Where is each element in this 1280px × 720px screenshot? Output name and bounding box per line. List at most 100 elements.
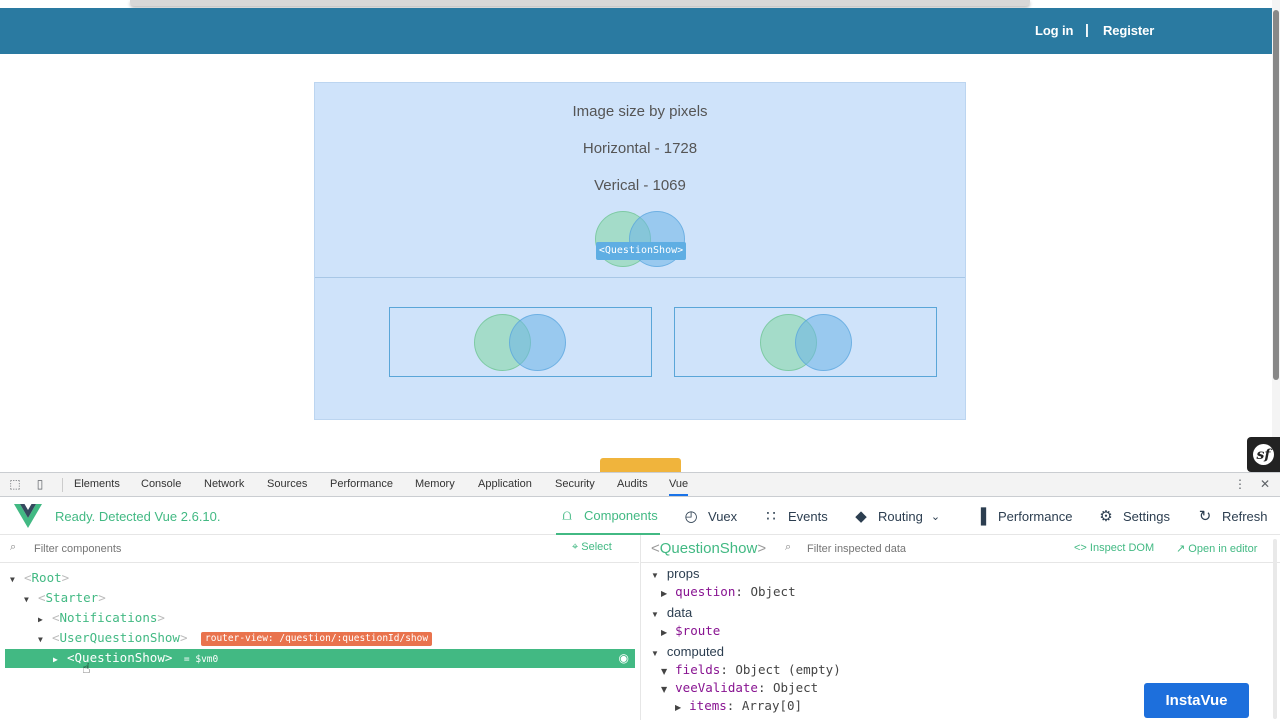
prop-key: fields [675,662,721,677]
bar-chart-icon: ▐ [975,507,987,525]
settings-label: Settings [1123,508,1170,524]
section-label: computed [666,644,725,659]
component-highlight-tag: <QuestionShow> [596,242,686,260]
inspector-header: <QuestionShow> ⌕ <> Inspect DOM ↗ Open i… [641,535,1280,563]
code-icon: <> [1074,542,1087,554]
performance-label: Performance [998,508,1073,524]
search-icon: ⌕ [785,541,792,553]
expand-arrow-icon[interactable]: ▶ [53,651,63,669]
open-in-editor-link[interactable]: ↗ Open in editor [1176,542,1257,555]
performance-tab[interactable]: ▐ Performance [972,497,1073,535]
inspect-dom-link[interactable]: <> Inspect DOM [1074,542,1154,554]
devtools-panel: ⬚ ▯ Elements Console Network Sources Per… [0,472,1280,720]
vuex-tab[interactable]: ◴ Vuex [682,497,737,535]
filter-components-row: ⌕ ⌖ Select [0,535,639,563]
inspect-element-icon[interactable]: ⬚ [8,477,22,491]
gear-icon: ⚙ [1099,508,1113,525]
chevron-down-icon: ⌄ [930,510,941,523]
node-name: UserQuestionShow [59,630,180,645]
select-button[interactable]: ⌖ Select [572,541,612,554]
prop-value: Object [750,584,796,599]
site-header: Log in | Register [0,8,1272,54]
filter-components-input[interactable] [34,535,334,563]
data-route[interactable]: ▶ $route [661,622,720,640]
node-name: Starter [45,590,99,605]
close-devtools-icon[interactable]: ✕ [1258,477,1272,491]
instavue-button[interactable]: InstaVue [1144,683,1249,718]
hand-cursor-icon: ☝ [82,660,91,676]
veevalidate-items[interactable]: ▶ items: Array[0] [675,697,802,715]
tab-sources[interactable]: Sources [267,473,307,496]
routing-tab[interactable]: ◆ Routing ⌄ [852,497,940,535]
history-icon: ◴ [684,508,698,525]
node-name: Root [31,570,62,585]
collapse-arrow-icon: ▼ [651,571,659,580]
tree-node-userquestionshow[interactable]: ▼ <UserQuestionShow> router-view: /questi… [38,629,433,649]
prop-value: Object [773,680,819,695]
prop-question[interactable]: ▶ question: Object [661,583,796,601]
component-name: QuestionShow [659,540,758,557]
tree-node-root[interactable]: ▼ <Root> [10,569,69,587]
tab-security[interactable]: Security [555,473,595,496]
component-tree-pane: ⌕ ⌖ Select ▼<Root> ▼<Starter> ▶<Notifica… [0,535,639,720]
register-link[interactable]: Register [1103,23,1154,38]
vuex-label: Vuex [708,508,738,524]
login-link[interactable]: Log in [1035,23,1073,38]
refresh-button[interactable]: ↻ Refresh [1196,497,1268,535]
collapse-arrow-icon[interactable]: ▼ [38,631,48,649]
orange-button[interactable] [600,458,681,472]
node-name: Notifications [59,610,158,625]
collapse-arrow-icon: ▼ [661,667,668,676]
tab-performance[interactable]: Performance [330,473,393,496]
prop-value: Array[0] [741,698,803,713]
device-toolbar-icon[interactable]: ▯ [33,477,47,491]
components-label: Components [584,507,658,523]
routing-icon: ◆ [855,508,867,525]
refresh-label: Refresh [1222,508,1268,524]
vertical-size: Verical - 1069 [594,177,686,194]
events-tab[interactable]: ∷ Events [762,497,828,535]
components-tab[interactable]: ⩍ Components [556,497,660,535]
tab-vue[interactable]: Vue [669,473,689,496]
tree-node-notifications[interactable]: ▶ <Notifications> [38,609,165,627]
expand-arrow-icon[interactable]: ▶ [38,611,48,629]
image-box-right[interactable] [674,307,937,377]
tab-elements[interactable]: Elements [74,473,120,496]
symfony-toolbar-button[interactable]: sf [1247,437,1280,472]
tab-application[interactable]: Application [478,473,532,496]
prop-key: items [689,698,727,713]
header-separator: | [1085,21,1089,37]
external-link-icon: ↗ [1176,543,1186,555]
inspector-scrollbar[interactable] [1273,539,1277,719]
horizontal-size: Horizontal - 1728 [582,140,698,157]
settings-tab[interactable]: ⚙ Settings [1097,497,1170,535]
tab-audits[interactable]: Audits [617,473,648,496]
image-box-left[interactable] [389,307,652,377]
tree-node-starter[interactable]: ▼ <Starter> [24,589,106,607]
eye-icon[interactable]: ◉ [619,651,629,665]
inspected-component-title: <QuestionShow> [651,540,767,557]
tab-console[interactable]: Console [141,473,181,496]
expand-arrow-icon: ▶ [661,628,668,637]
computed-veevalidate[interactable]: ▼ veeValidate: Object [661,679,818,697]
symfony-icon: sf [1253,444,1274,465]
section-computed[interactable]: ▼ computed [651,643,724,661]
highlight-circle-blue [509,314,566,371]
page-scrollbar-thumb[interactable] [1273,10,1279,380]
search-icon: ⌕ [10,541,17,553]
collapse-arrow-icon: ▼ [661,685,668,694]
collapse-arrow-icon[interactable]: ▼ [10,571,20,589]
vue-logo-icon [14,504,42,528]
tab-separator [62,478,63,492]
section-data[interactable]: ▼ data [651,604,692,622]
tab-network[interactable]: Network [204,473,244,496]
tree-node-questionshow-selected[interactable]: ▶ <QuestionShow> = $vm0 ◉ [5,649,635,668]
tab-memory[interactable]: Memory [415,473,455,496]
tree-node-questionshow[interactable]: ▶ <QuestionShow> = $vm0 [53,649,218,667]
more-options-icon[interactable]: ⋮ [1233,477,1247,491]
computed-fields[interactable]: ▼ fields: Object (empty) [661,661,841,679]
collapse-arrow-icon[interactable]: ▼ [24,591,34,609]
section-props[interactable]: ▼ props [651,565,699,583]
filter-inspected-data-input[interactable] [807,535,1047,563]
open-in-editor-label: Open in editor [1188,543,1258,555]
